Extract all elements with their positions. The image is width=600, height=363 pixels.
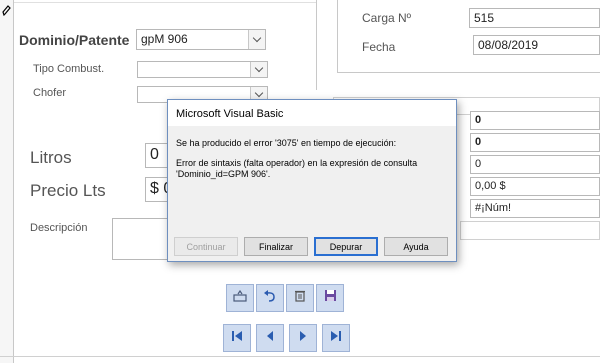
- depurar-label: Depurar: [329, 241, 363, 252]
- right-value[interactable]: 0: [470, 133, 600, 152]
- precio-label: Precio Lts: [30, 181, 106, 200]
- form-divider: [0, 356, 600, 357]
- previous-record-button[interactable]: [256, 324, 284, 352]
- undo-icon: [263, 289, 277, 307]
- finalizar-label: Finalizar: [258, 241, 293, 252]
- next-record-icon: [298, 329, 308, 347]
- error-dialog: Microsoft Visual Basic Se ha producido e…: [167, 99, 457, 262]
- add-record-icon: [233, 289, 247, 307]
- form-divider: [14, 2, 316, 3]
- continuar-button[interactable]: Continuar: [174, 237, 238, 256]
- chevron-down-icon[interactable]: [250, 62, 267, 77]
- save-button[interactable]: [316, 284, 344, 312]
- fecha-label: Fecha: [362, 40, 396, 54]
- error-detail-query: 'Dominio_id=GPM 906'.: [176, 169, 271, 179]
- tipo-combust-combo[interactable]: [137, 61, 268, 78]
- last-record-button[interactable]: [322, 324, 350, 352]
- first-record-icon: [231, 329, 243, 347]
- dominio-label: Dominio/Patente: [19, 32, 130, 48]
- form-divider: [337, 72, 600, 73]
- pencil-icon: [2, 3, 11, 21]
- fecha-field[interactable]: 08/08/2019: [473, 35, 600, 55]
- previous-record-icon: [265, 329, 275, 347]
- first-record-button[interactable]: [223, 324, 251, 352]
- dominio-combo[interactable]: gpM 906: [136, 29, 266, 50]
- right-field-2: [460, 221, 600, 240]
- litros-label: Litros: [30, 148, 72, 167]
- continuar-label: Continuar: [186, 241, 226, 252]
- record-selector[interactable]: [0, 0, 14, 363]
- save-icon: [324, 289, 337, 307]
- ayuda-label: Ayuda: [403, 241, 429, 252]
- right-value[interactable]: 0,00 $: [470, 177, 600, 196]
- finalizar-button[interactable]: Finalizar: [244, 237, 308, 256]
- chofer-label: Chofer: [33, 87, 67, 99]
- last-record-icon: [330, 329, 342, 347]
- undo-button[interactable]: [256, 284, 284, 312]
- error-message: Se ha producido el error '3075' en tiemp…: [176, 138, 397, 148]
- ayuda-button[interactable]: Ayuda: [384, 237, 448, 256]
- next-record-button[interactable]: [289, 324, 317, 352]
- descripcion-label: Descripción: [30, 222, 88, 234]
- add-record-button[interactable]: [226, 284, 254, 312]
- carga-label: Carga Nº: [362, 11, 412, 25]
- form-divider: [337, 0, 338, 72]
- right-value[interactable]: 0: [470, 155, 600, 174]
- carga-field[interactable]: 515: [469, 8, 600, 28]
- form-divider: [316, 0, 317, 90]
- delete-icon: [294, 289, 306, 307]
- delete-button[interactable]: [286, 284, 314, 312]
- dialog-title: Microsoft Visual Basic: [168, 100, 456, 126]
- depurar-button[interactable]: Depurar: [314, 237, 378, 256]
- right-value[interactable]: #¡Núm!: [470, 199, 600, 218]
- chevron-down-icon[interactable]: [248, 30, 265, 49]
- descripcion-field[interactable]: [112, 218, 172, 260]
- dominio-value: gpM 906: [141, 32, 188, 46]
- tipo-combust-label: Tipo Combust.: [33, 63, 105, 75]
- right-value[interactable]: 0: [470, 111, 600, 130]
- error-detail: Error de sintaxis (falta operador) en la…: [176, 158, 418, 168]
